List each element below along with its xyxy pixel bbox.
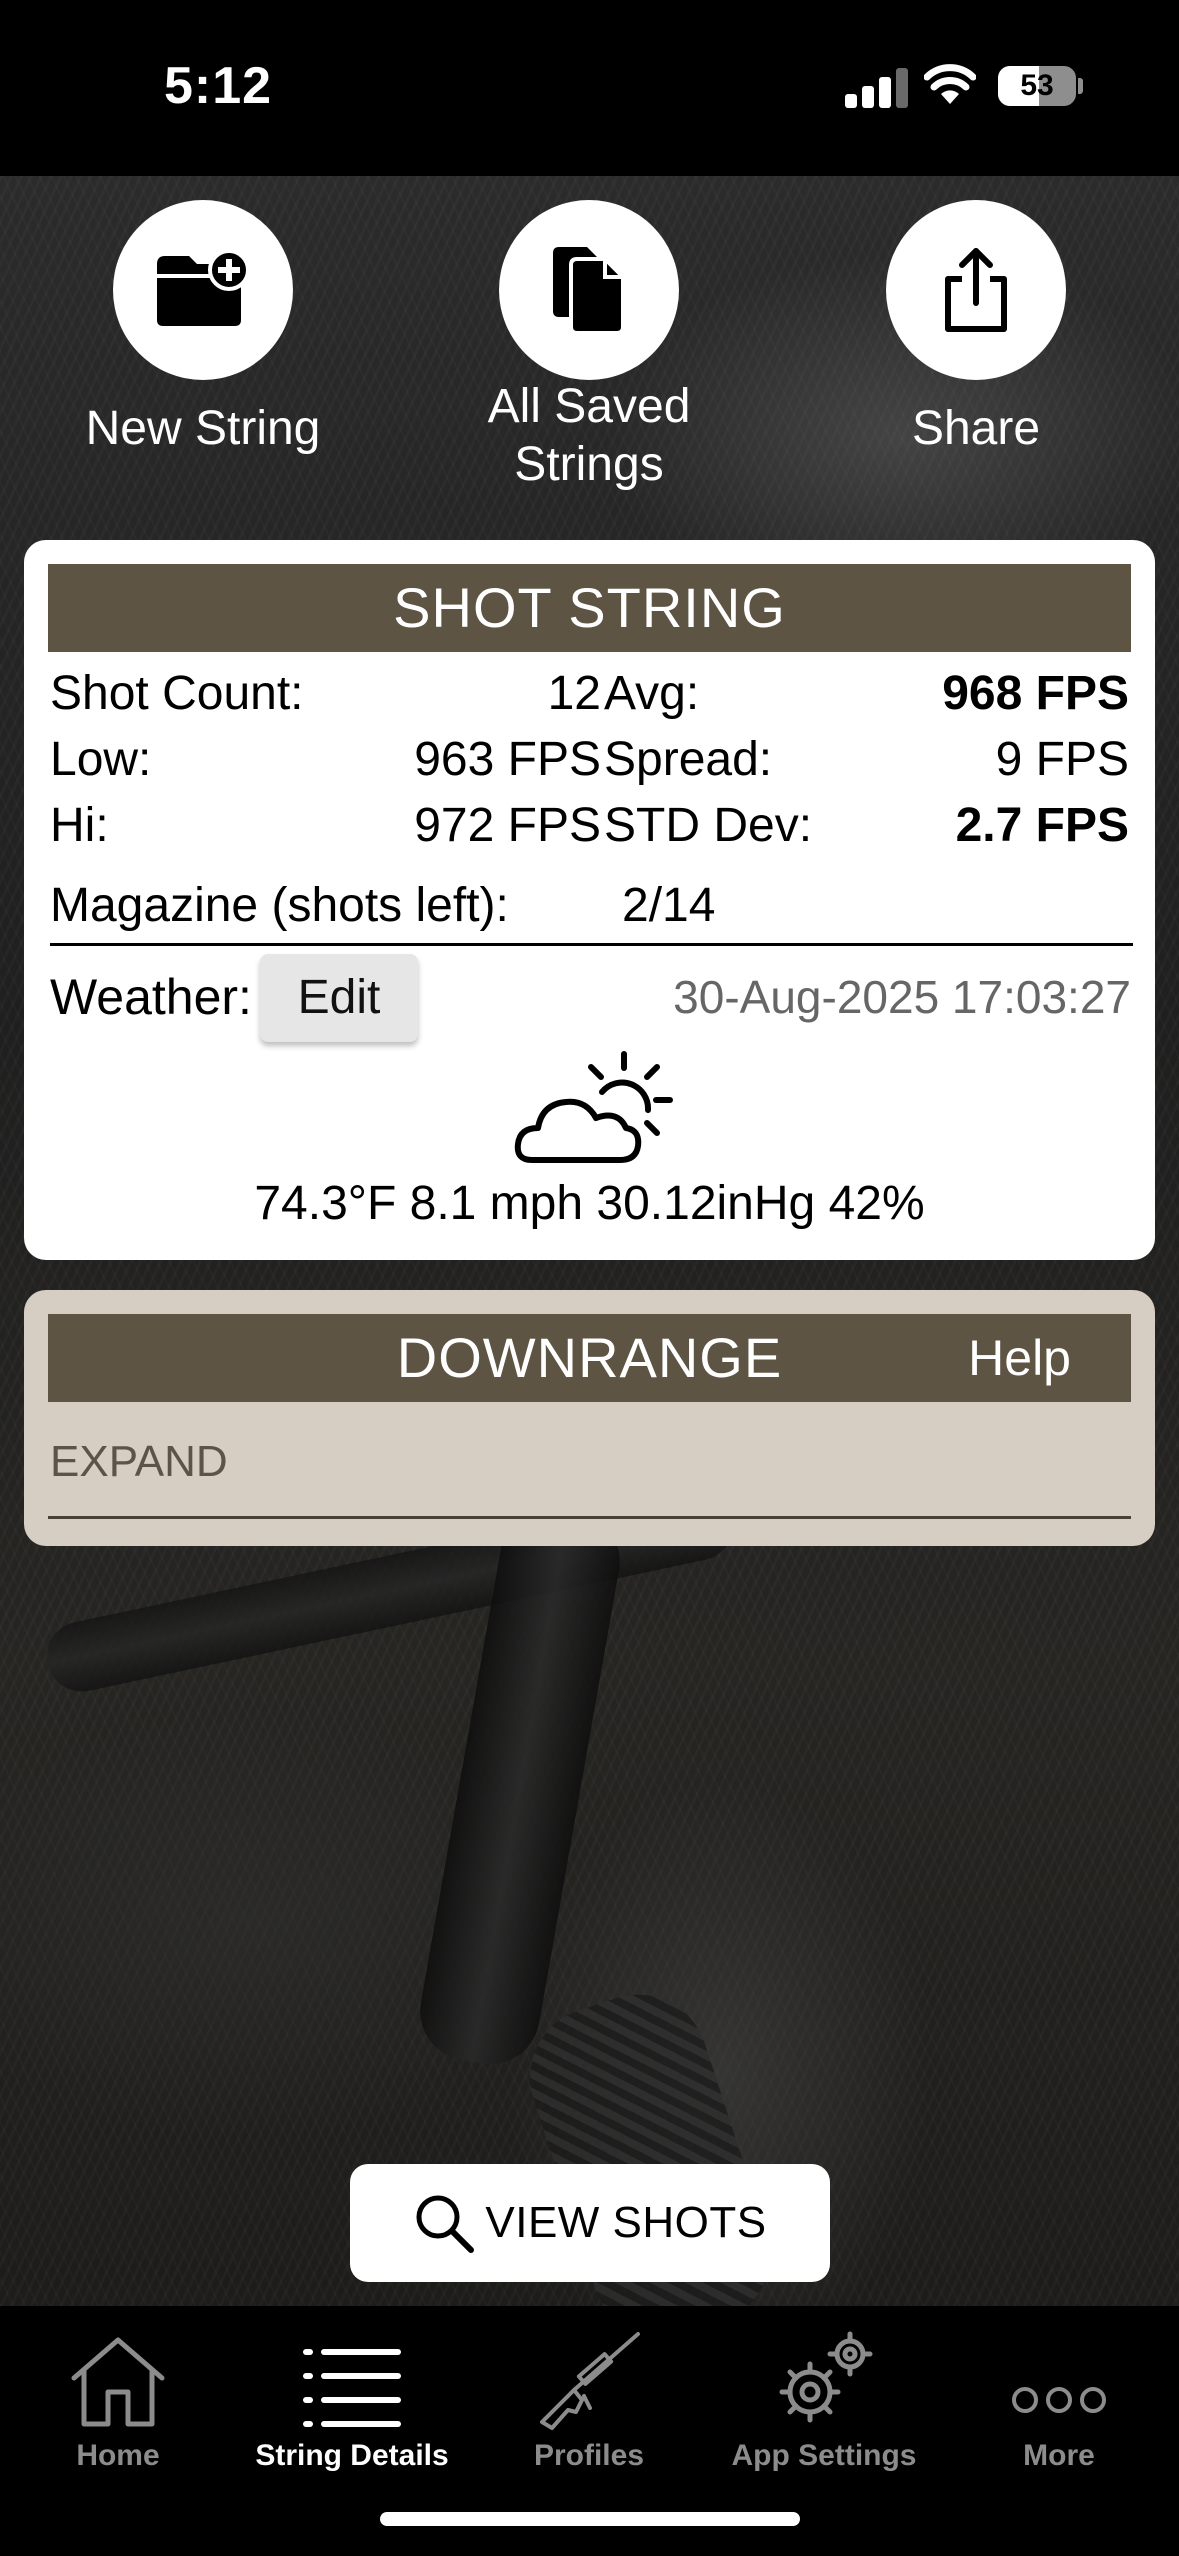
battery-tip <box>1078 78 1083 94</box>
hi-value: 972 FPS <box>414 799 601 852</box>
tab-string-details[interactable]: String Details <box>234 2320 470 2478</box>
tab-more-label: More <box>1023 2439 1095 2472</box>
weather-readout: 74.3°F 8.1 mph 30.12inHg 42% <box>254 1177 925 1230</box>
all-saved-strings-label: All Saved Strings <box>487 380 691 491</box>
share-circle[interactable] <box>886 200 1066 380</box>
tab-app-settings[interactable]: App Settings <box>706 2320 942 2478</box>
home-indicator <box>380 2512 800 2526</box>
std-dev-value: 2.7 FPS <box>955 799 1129 852</box>
search-icon <box>416 2195 475 2253</box>
shot-string-card: SHOT STRING Shot Count: 12 Low: 963 FPS … <box>24 540 1155 1260</box>
documents-icon <box>553 247 625 335</box>
weather-edit-button[interactable]: Edit <box>260 954 418 1042</box>
shot-count-value: 12 <box>547 667 601 720</box>
hi-label: Hi: <box>50 799 109 852</box>
rifle-icon <box>540 2332 640 2430</box>
tab-home[interactable]: Home <box>0 2320 236 2478</box>
view-shots-label: VIEW SHOTS <box>485 2198 767 2247</box>
magazine-label: Magazine (shots left): <box>50 879 509 932</box>
downrange-header: DOWNRANGE Help <box>48 1314 1131 1402</box>
magazine-row: Magazine (shots left): 2/14 <box>50 870 1133 946</box>
expand-toggle[interactable]: EXPAND <box>50 1430 228 1494</box>
tab-more[interactable]: More <box>941 2320 1177 2478</box>
new-string-button[interactable]: New String <box>53 200 353 458</box>
partly-cloudy-icon <box>514 1051 673 1163</box>
folder-plus-icon <box>157 250 250 326</box>
battery-icon: 53 <box>998 66 1076 106</box>
share-button[interactable]: Share <box>826 200 1126 458</box>
tab-string-details-label: String Details <box>255 2439 449 2472</box>
cellular-signal-icon <box>845 64 909 108</box>
status-bar: 5:12 53 <box>0 0 1179 176</box>
share-icon <box>945 248 1007 332</box>
spread-value: 9 FPS <box>995 733 1129 786</box>
downrange-card: DOWNRANGE Help EXPAND <box>24 1290 1155 1546</box>
new-string-circle[interactable] <box>113 200 293 380</box>
weather-label: Weather: <box>50 969 252 1025</box>
battery-percent: 53 <box>1020 69 1054 102</box>
view-shots-button[interactable]: VIEW SHOTS <box>350 2164 830 2282</box>
shot-count-label: Shot Count: <box>50 667 304 720</box>
all-saved-strings-circle[interactable] <box>499 200 679 380</box>
low-value: 963 FPS <box>414 733 601 786</box>
home-icon <box>71 2337 165 2427</box>
downrange-divider <box>48 1516 1131 1519</box>
more-icon <box>1012 2387 1106 2413</box>
avg-value: 968 FPS <box>942 667 1129 720</box>
tab-profiles[interactable]: Profiles <box>471 2320 707 2478</box>
magazine-value: 2/14 <box>622 879 716 932</box>
low-label: Low: <box>50 733 152 786</box>
status-time: 5:12 <box>164 57 273 115</box>
tab-home-label: Home <box>76 2439 160 2472</box>
gears-icon <box>779 2331 873 2423</box>
tab-profiles-label: Profiles <box>533 2439 645 2472</box>
share-label: Share <box>911 402 1041 455</box>
shot-string-title: SHOT STRING <box>48 564 1131 652</box>
std-dev-label: STD Dev: <box>604 799 813 852</box>
downrange-help-button[interactable]: Help <box>968 1314 1071 1402</box>
list-icon <box>303 2349 401 2427</box>
wifi-icon <box>924 64 976 104</box>
all-saved-strings-button[interactable]: All Saved Strings <box>439 200 739 494</box>
spread-label: Spread: <box>604 733 773 786</box>
new-string-label: New String <box>85 402 321 455</box>
avg-label: Avg: <box>604 667 700 720</box>
tab-app-settings-label: App Settings <box>731 2439 917 2472</box>
string-datetime: 30-Aug-2025 17:03:27 <box>673 971 1131 1023</box>
